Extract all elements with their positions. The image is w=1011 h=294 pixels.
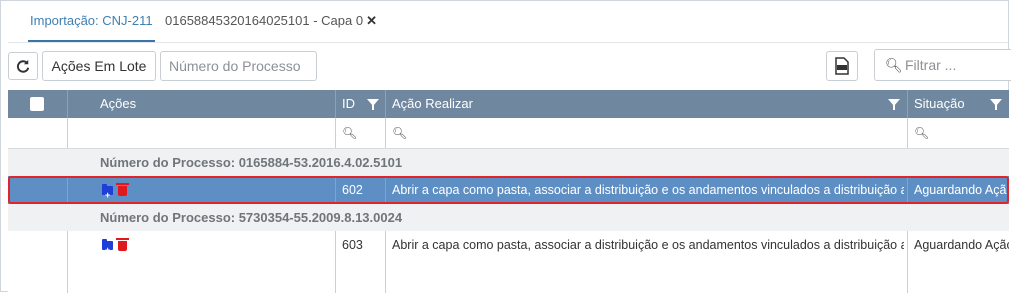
table-header: Ações ID Ação Realizar Situação [8,90,1009,118]
action-search-icon[interactable]: 🔍︎ [392,126,407,140]
group-header[interactable]: Número do Processo: 5730354-55.2009.8.13… [8,204,1009,231]
open-folder-icon[interactable] [102,181,113,209]
header-status[interactable]: Situação [914,90,965,118]
tab-label: Importação: CNJ-211 [30,13,153,28]
table-row[interactable]: 603 Abrir a capa como pasta, associar a … [8,231,1009,293]
group-label: Número do Processo: 5730354-55.2009.8.13… [100,210,403,225]
delete-icon[interactable] [116,183,129,196]
cell-action: Abrir a capa como pasta, associar a dist… [392,238,904,252]
tab-importacao[interactable]: Importação: CNJ-211 [28,0,155,42]
cell-id: 603 [342,238,363,252]
column-filter-row: 🔍︎ 🔍︎ 🔍︎ [8,118,1009,149]
refresh-icon [16,59,30,73]
id-filter-icon[interactable] [367,99,379,110]
close-icon[interactable]: ✕ [366,13,377,28]
delete-icon[interactable] [116,238,129,251]
status-search-icon[interactable]: 🔍︎ [914,126,929,140]
id-search-icon[interactable]: 🔍︎ [342,126,357,140]
export-xlsx-button[interactable] [826,51,858,81]
active-tab-indicator [28,40,155,42]
filter-input[interactable]: 🔍︎ Filtrar ... [874,49,1011,81]
process-number-sort-field[interactable]: Número do Processo ↑ [160,51,317,102]
header-id[interactable]: ID [342,90,355,118]
group-label: Número do Processo: 0165884-53.2016.4.02… [100,155,403,170]
refresh-button[interactable] [8,52,38,80]
cell-action: Abrir a capa como pasta, associar a dist… [392,183,904,197]
cell-id: 602 [342,183,363,197]
group-header[interactable]: Número do Processo: 0165884-53.2016.4.02… [8,149,1009,176]
filter-placeholder: Filtrar ... [905,57,957,73]
action-filter-icon[interactable] [888,99,900,110]
status-filter-icon[interactable] [990,99,1002,110]
header-actions: Ações [100,96,137,111]
process-number-placeholder: Número do Processo [169,58,301,74]
search-icon: 🔍︎ [885,57,903,73]
cell-status: Aguardando Ação [914,238,1009,252]
tab-label: 01658845320164025101 - Capa 0 [165,13,364,28]
tab-capa[interactable]: 01658845320164025101 - Capa 0 ✕ [165,0,377,42]
open-folder-icon[interactable] [102,236,113,264]
xlsx-export-icon [835,57,849,75]
batch-actions-label: Ações Em Lote [51,58,147,74]
batch-actions-button[interactable]: Ações Em Lote [42,51,156,81]
header-action-to-perform[interactable]: Ação Realizar [392,90,473,118]
table-row[interactable]: 602 Abrir a capa como pasta, associar a … [8,176,1009,209]
tab-bar: Importação: CNJ-211 01658845320164025101… [8,0,1008,43]
select-all-checkbox[interactable] [30,97,44,111]
cell-status: Aguardando Ação [914,183,1009,197]
